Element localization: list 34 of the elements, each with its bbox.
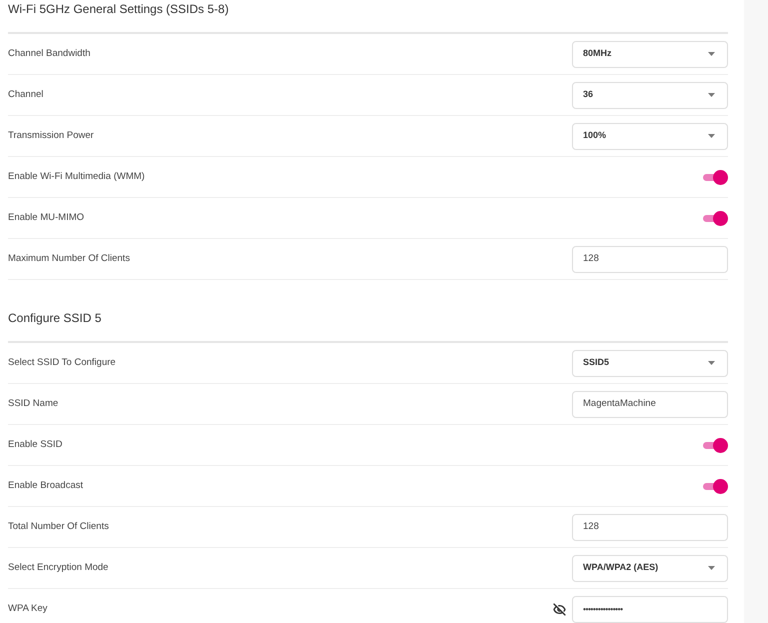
setting-label: SSID Name (8, 396, 58, 411)
input-field[interactable]: MagentaMachine (572, 390, 728, 418)
toggle-switch[interactable] (703, 170, 728, 184)
caret-icon (708, 134, 715, 138)
setting-label: Transmission Power (8, 128, 94, 143)
setting-label: Enable Wi-Fi Multimedia (WMM) (8, 170, 145, 184)
setting-label: Total Number Of Clients (8, 520, 109, 534)
setting-label: Maximum Number Of Clients (8, 252, 130, 266)
setting-label: Select SSID To Configure (8, 356, 116, 370)
setting-label: WPA Key (8, 602, 48, 616)
caret-icon (708, 52, 715, 56)
toggle-switch[interactable] (703, 210, 728, 226)
setting-label: Enable MU-MIMO (8, 210, 84, 225)
toggle-switch[interactable] (703, 478, 728, 494)
caret-icon (708, 361, 715, 365)
section-title: Wi-Fi 5GHz General Settings (SSIDs 5-8) (8, 1, 230, 17)
eye-slash-icon[interactable] (553, 602, 566, 616)
input-field[interactable]: 128 (572, 246, 728, 272)
dropdown[interactable]: WPA/WPA2 (AES) (572, 554, 728, 582)
toggle-switch[interactable] (703, 438, 728, 452)
setting-label: Channel (8, 88, 44, 102)
caret-icon (708, 566, 715, 570)
dropdown[interactable]: 100% (572, 122, 728, 150)
setting-label: Enable Broadcast (8, 478, 83, 493)
dropdown[interactable]: 36 (572, 82, 728, 108)
input-field[interactable]: 128 (572, 514, 728, 540)
dropdown[interactable]: 80MHz (572, 40, 728, 68)
password-field[interactable]: •••••••••••••••• (572, 596, 728, 622)
caret-icon (708, 93, 715, 97)
setting-label: Select Encryption Mode (8, 560, 108, 575)
setting-label: Enable SSID (8, 438, 62, 452)
dropdown[interactable]: SSID5 (572, 350, 728, 376)
setting-label: Channel Bandwidth (8, 46, 90, 61)
section-title: Configure SSID 5 (8, 310, 102, 326)
